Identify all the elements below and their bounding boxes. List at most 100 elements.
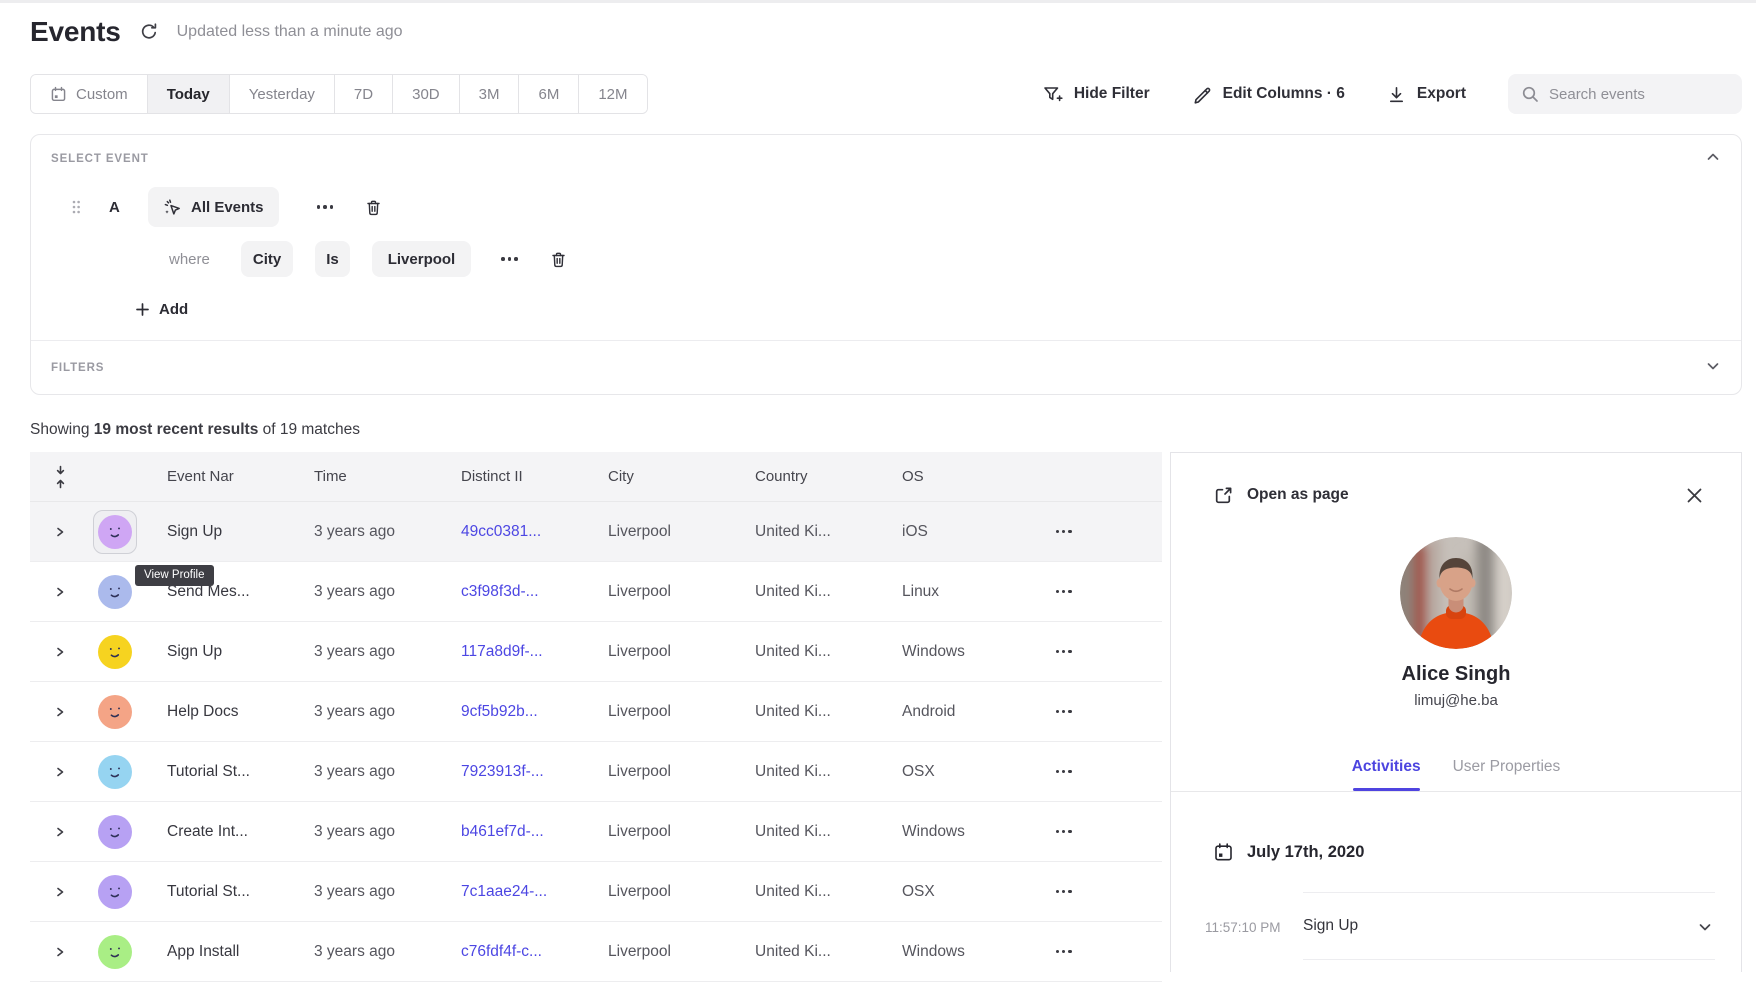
table-row[interactable]: Tutorial St...3 years ago7923913f-...Liv… [30,742,1162,802]
avatar-face-icon [98,635,132,669]
add-label: Add [159,301,188,318]
row-expand-button[interactable] [48,880,72,904]
distinct-id-link[interactable]: c3f98f3d-... [461,583,539,600]
table-row[interactable]: Help Docs3 years ago9cf5b92b...Liverpool… [30,682,1162,742]
row-actions-button[interactable] [1052,582,1076,601]
row-actions-button[interactable] [1052,522,1076,541]
city-cell: Liverpool [581,763,728,781]
distinct-id-link[interactable]: 117a8d9f-... [461,643,543,660]
event-more-options-button[interactable] [313,199,338,215]
table-row[interactable]: Sign Up3 years ago117a8d9f-...LiverpoolU… [30,622,1162,682]
open-as-page-button[interactable]: Open as page [1213,485,1349,506]
avatar-face-icon [98,755,132,789]
filter-property-chip[interactable]: City [241,241,293,277]
drag-handle[interactable] [71,199,81,215]
expand-filters-button[interactable] [1705,358,1721,377]
collapse-section-button[interactable] [1705,149,1721,168]
date-range-12m[interactable]: 12M [579,75,646,113]
controls-row: CustomTodayYesterday 7D 30D3M6M12M Hide Fi… [30,74,1742,114]
table-header-row: Event NarTimeDistinct IICityCountryOS [30,452,1162,502]
row-actions-button[interactable] [1052,702,1076,721]
row-expand-button[interactable] [48,640,72,664]
row-actions-button[interactable] [1052,642,1076,661]
column-header: Time [287,468,434,485]
event-name-cell: Tutorial St... [140,883,287,901]
avatar-face-icon [98,575,132,609]
column-header: City [581,468,728,485]
row-expand-button[interactable] [48,580,72,604]
toolbar: Hide Filter Edit Columns · 6 Export [1042,74,1742,114]
export-button[interactable]: Export [1387,85,1466,104]
city-cell: Liverpool [581,583,728,601]
time-cell: 3 years ago [287,583,434,601]
open-as-page-label: Open as page [1247,486,1349,504]
results-prefix: Showing [30,421,94,438]
table-row[interactable]: App Install3 years agoc76fdf4f-c...Liver… [30,922,1162,982]
row-expand-button[interactable] [48,940,72,964]
date-range-30d[interactable]: 30D [393,75,460,113]
close-icon [1686,487,1703,504]
search-events-input[interactable] [1549,86,1729,103]
hide-filter-button[interactable]: Hide Filter [1042,84,1150,104]
user-avatar[interactable] [93,510,137,554]
filter-value-chip[interactable]: Liverpool [372,241,472,277]
user-avatar[interactable] [93,570,137,614]
delete-filter-button[interactable] [549,250,568,269]
distinct-id-link[interactable]: 49cc0381... [461,523,541,540]
distinct-id-link[interactable]: 7923913f-... [461,763,544,780]
event-selector-chip[interactable]: All Events [148,187,279,227]
refresh-button[interactable] [139,22,159,42]
date-range-3m[interactable]: 3M [460,75,520,113]
date-range-custom[interactable]: Custom [31,75,148,113]
close-panel-button[interactable] [1682,483,1707,508]
distinct-id-link[interactable]: 7c1aae24-... [461,883,547,900]
distinct-id-link[interactable]: c76fdf4f-c... [461,943,542,960]
row-expand-button[interactable] [48,760,72,784]
row-expand-button[interactable] [48,520,72,544]
collapse-all-rows-icon[interactable] [53,464,68,490]
results-suffix: of 19 matches [258,421,360,438]
user-avatar[interactable] [93,810,137,854]
event-name-cell: App Install [140,943,287,961]
row-actions-button[interactable] [1052,822,1076,841]
column-header: OS [875,468,1022,485]
table-row[interactable]: Sign Up3 years ago49cc0381...LiverpoolUn… [30,502,1162,562]
add-event-button[interactable]: Add [135,299,188,319]
date-range-yesterday[interactable]: Yesterday [230,75,335,113]
table-row[interactable]: Tutorial St...3 years ago7c1aae24-...Liv… [30,862,1162,922]
row-actions-button[interactable] [1052,882,1076,901]
distinct-id-link[interactable]: b461ef7d-... [461,823,544,840]
tab-activities[interactable]: Activities [1352,757,1421,777]
table-row[interactable]: Create Int...3 years agob461ef7d-...Live… [30,802,1162,862]
user-avatar[interactable] [93,930,137,974]
updated-status: Updated less than a minute ago [177,23,403,41]
delete-event-button[interactable] [364,198,383,217]
activity-item[interactable]: 11:57:10 PM Sign Up [1303,892,1715,960]
row-expand-button[interactable] [48,700,72,724]
user-avatar[interactable] [93,870,137,914]
row-actions-button[interactable] [1052,942,1076,961]
filter-more-options-button[interactable] [497,251,522,267]
time-cell: 3 years ago [287,823,434,841]
row-expand-button[interactable] [48,820,72,844]
row-actions-button[interactable] [1052,762,1076,781]
filters-section[interactable]: FILTERS [31,340,1741,394]
date-range-6m[interactable]: 6M [519,75,579,113]
date-range-7d[interactable]: 7D [335,75,393,113]
user-avatar[interactable] [93,630,137,674]
date-range-label: 7D [354,86,373,103]
page-title: Events [30,16,121,48]
os-cell: iOS [875,523,1022,541]
country-cell: United Ki... [728,943,875,961]
event-name-cell: Create Int... [140,823,287,841]
event-name-cell: Sign Up [140,643,287,661]
filter-operator-chip[interactable]: Is [315,241,350,277]
date-range-today[interactable]: Today [148,75,230,113]
chevron-down-icon[interactable] [1697,919,1713,940]
edit-columns-button[interactable]: Edit Columns · 6 [1192,84,1345,104]
events-table: Event NarTimeDistinct IICityCountryOS Si… [30,452,1162,982]
user-avatar[interactable] [93,750,137,794]
tab-user-properties[interactable]: User Properties [1453,757,1561,777]
distinct-id-link[interactable]: 9cf5b92b... [461,703,538,720]
user-avatar[interactable] [93,690,137,734]
